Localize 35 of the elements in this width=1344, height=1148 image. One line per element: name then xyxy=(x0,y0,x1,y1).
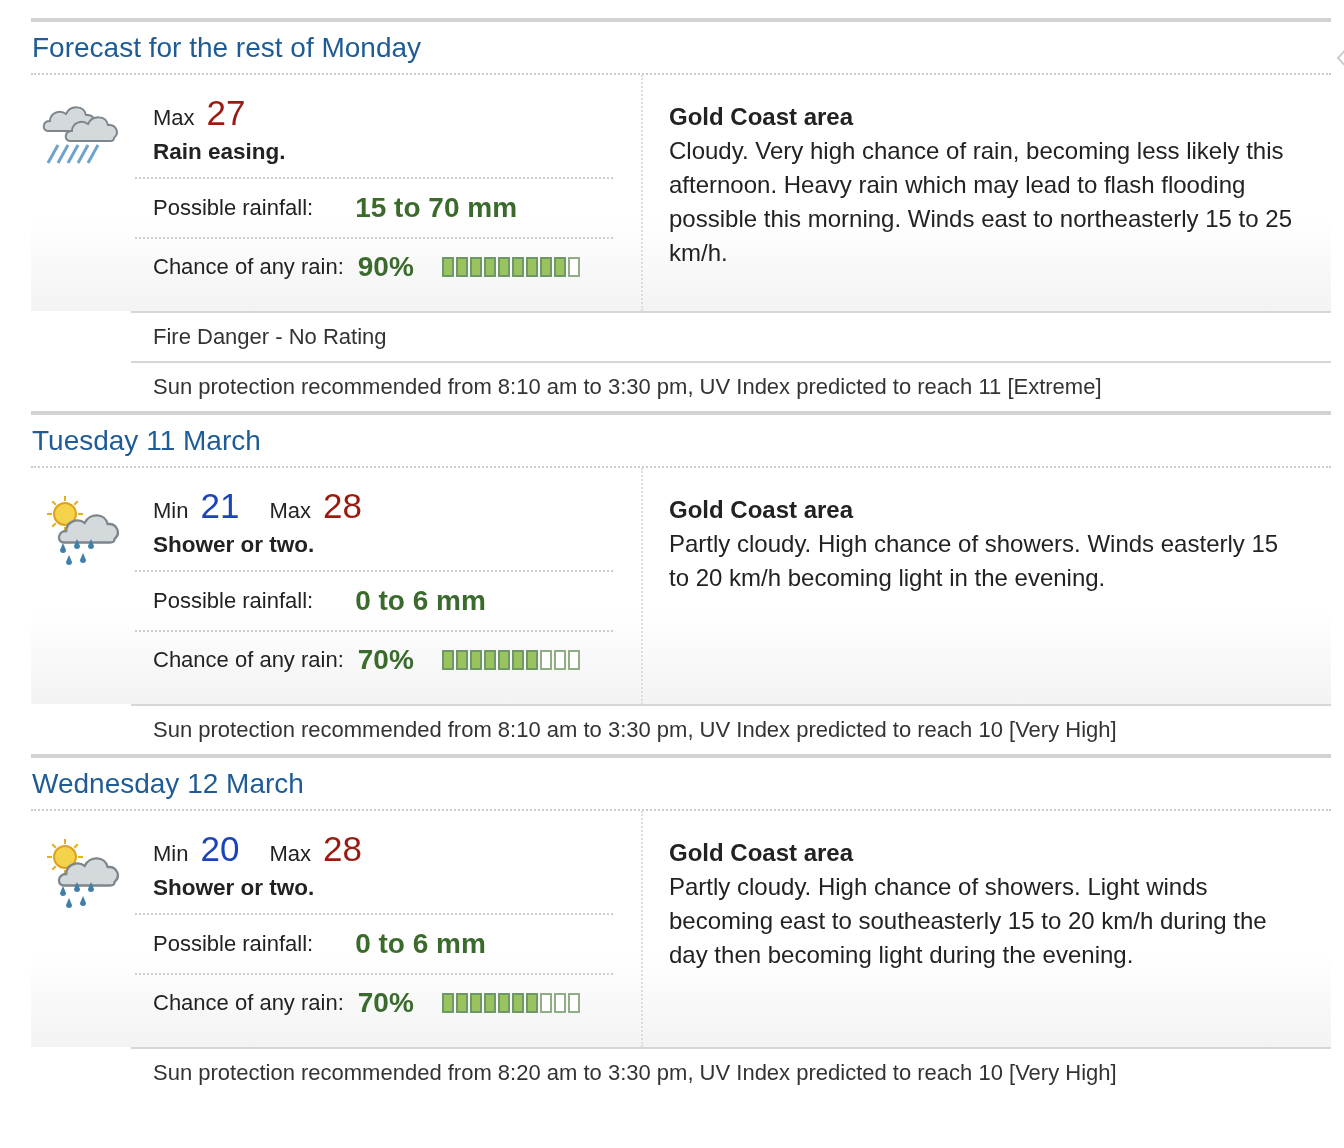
forecast-note: Fire Danger - No Rating xyxy=(153,324,387,350)
area-name: Gold Coast area xyxy=(669,495,855,525)
temperature-value: 27 xyxy=(206,93,246,133)
rainfall-value: 0 to 6 mm xyxy=(355,928,486,960)
rain-chance-label: Chance of any rain: xyxy=(153,254,344,280)
rain-chance-label: Chance of any rain: xyxy=(153,990,344,1016)
rainfall-value: 15 to 70 mm xyxy=(355,192,518,224)
forecast-summary: Rain easing. xyxy=(135,133,613,179)
rain-chance-value: 70% xyxy=(357,644,414,676)
forecast-description: Partly cloudy. High chance of showers. Light winds becoming east to southeasterly 15 to 20 km/h during the day then becoming light during the evening. xyxy=(669,872,1268,970)
rain-chance-value: 90% xyxy=(357,251,414,283)
temperature-value: 21 xyxy=(200,486,240,526)
rain-chance-label: Chance of any rain: xyxy=(153,647,344,673)
rain-chance-value: 70% xyxy=(357,987,414,1019)
rainfall-value: 0 to 6 mm xyxy=(355,585,486,617)
area-name: Gold Coast area xyxy=(669,838,855,868)
temperature-label: Max xyxy=(153,105,195,131)
forecast-note: Sun protection recommended from 8:20 am to 3:30 pm, UV Index predicted to reach 10 [Very High] xyxy=(153,1060,1117,1086)
forecast-description: Cloudy. Very high chance of rain, becoming less likely this afternoon. Heavy rain which may lead to flash flooding possible this morning. Winds east to northeasterly 15 to 25 km/h. xyxy=(669,136,1293,268)
area-name: Gold Coast area xyxy=(669,102,855,132)
forecast-summary: Shower or two. xyxy=(135,869,613,915)
rainfall-label: Possible rainfall: xyxy=(153,931,314,957)
forecast-note: Sun protection recommended from 8:10 am to 3:30 pm, UV Index predicted to reach 10 [Very High] xyxy=(153,717,1117,743)
temperature-value: 28 xyxy=(322,829,362,869)
temperature-label: Min xyxy=(153,498,189,524)
temperature-value: 28 xyxy=(322,486,362,526)
rainfall-label: Possible rainfall: xyxy=(153,195,314,221)
temperature-label: Max xyxy=(269,841,311,867)
temperature-value: 20 xyxy=(200,829,240,869)
temperature-label: Max xyxy=(269,498,311,524)
forecast-note: Sun protection recommended from 8:10 am to 3:30 pm, UV Index predicted to reach 11 [Extreme] xyxy=(153,374,1102,400)
temperature-label: Min xyxy=(153,841,189,867)
rainfall-label: Possible rainfall: xyxy=(153,588,314,614)
forecast-summary: Shower or two. xyxy=(135,526,613,572)
forecast-description: Partly cloudy. High chance of showers. Winds easterly 15 to 20 km/h becoming light in the evening. xyxy=(669,529,1280,593)
